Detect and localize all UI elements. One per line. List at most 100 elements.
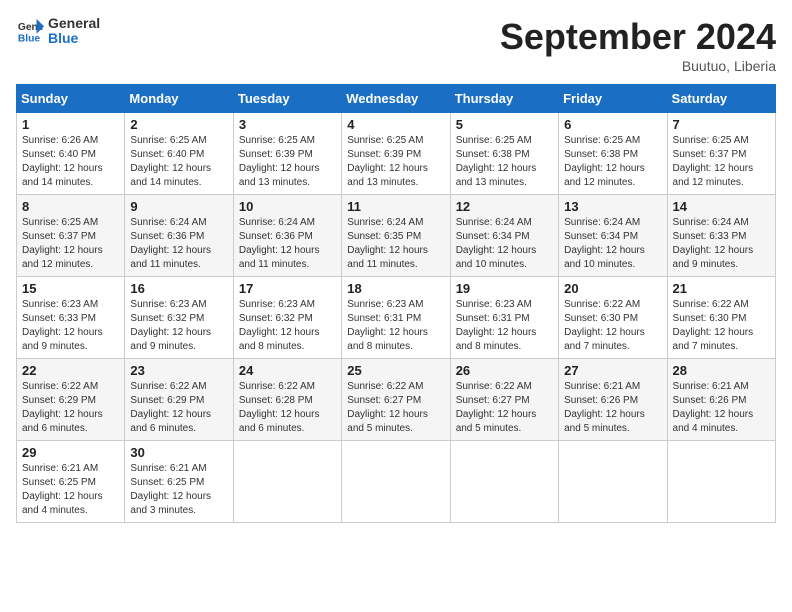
calendar-cell (342, 441, 450, 523)
calendar-cell: 23Sunrise: 6:22 AMSunset: 6:29 PMDayligh… (125, 359, 233, 441)
day-number: 23 (130, 363, 227, 378)
day-number: 22 (22, 363, 119, 378)
calendar-cell (450, 441, 558, 523)
day-number: 12 (456, 199, 553, 214)
calendar-cell: 5Sunrise: 6:25 AMSunset: 6:38 PMDaylight… (450, 113, 558, 195)
day-number: 30 (130, 445, 227, 460)
calendar-cell: 26Sunrise: 6:22 AMSunset: 6:27 PMDayligh… (450, 359, 558, 441)
day-info: Sunrise: 6:26 AMSunset: 6:40 PMDaylight:… (22, 134, 119, 190)
day-number: 18 (347, 281, 444, 296)
day-of-week-header: Wednesday (342, 85, 450, 113)
calendar-cell: 18 Sunrise: 6:23 AMSunset: 6:31 PMDayligh… (342, 277, 450, 359)
day-number: 9 (130, 199, 227, 214)
calendar-cell: 28 Sunrise: 6:21 AMSunset: 6:26 PMDayligh… (667, 359, 775, 441)
calendar-cell: 12 Sunrise: 6:24 AMSunset: 6:34 PMDayligh… (450, 195, 558, 277)
day-info: Sunrise: 6:25 AMSunset: 6:40 PMDaylight:… (130, 134, 227, 190)
day-info: Sunrise: 6:23 AMSunset: 6:33 PMDaylight:… (22, 298, 119, 354)
logo: General Blue General Blue (16, 16, 100, 47)
day-number: 16 (130, 281, 227, 296)
day-number: 7 (673, 117, 770, 132)
day-info: Sunrise: 6:25 AMSunset: 6:38 PMDaylight:… (456, 134, 553, 190)
day-number: 11 (347, 199, 444, 214)
calendar-cell: 1Sunrise: 6:26 AMSunset: 6:40 PMDaylight… (17, 113, 125, 195)
month-title: September 2024 (500, 16, 776, 58)
day-info: Sunrise: 6:22 AMSunset: 6:27 PMDaylight:… (347, 380, 444, 436)
day-info: Sunrise: 6:22 AMSunset: 6:28 PMDaylight:… (239, 380, 336, 436)
svg-text:Blue: Blue (18, 34, 41, 45)
calendar-cell: 19 Sunrise: 6:23 AMSunset: 6:31 PMDayligh… (450, 277, 558, 359)
day-of-week-header: Tuesday (233, 85, 341, 113)
day-info: Sunrise: 6:24 AMSunset: 6:34 PMDaylight:… (564, 216, 661, 272)
day-info: Sunrise: 6:23 AMSunset: 6:32 PMDaylight:… (239, 298, 336, 354)
day-info: Sunrise: 6:25 AMSunset: 6:39 PMDaylight:… (239, 134, 336, 190)
calendar-cell: 13 Sunrise: 6:24 AMSunset: 6:34 PMDayligh… (559, 195, 667, 277)
day-number: 4 (347, 117, 444, 132)
day-info: Sunrise: 6:25 AMSunset: 6:37 PMDaylight:… (22, 216, 119, 272)
day-info: Sunrise: 6:22 AMSunset: 6:27 PMDaylight:… (456, 380, 553, 436)
day-info: Sunrise: 6:23 AMSunset: 6:31 PMDaylight:… (347, 298, 444, 354)
calendar-cell: 10 Sunrise: 6:24 AMSunset: 6:36 PMDayligh… (233, 195, 341, 277)
day-info: Sunrise: 6:25 AMSunset: 6:38 PMDaylight:… (564, 134, 661, 190)
calendar-header-row: SundayMondayTuesdayWednesdayThursdayFrid… (17, 85, 776, 113)
calendar-cell: 14 Sunrise: 6:24 AMSunset: 6:33 PMDayligh… (667, 195, 775, 277)
day-info: Sunrise: 6:24 AMSunset: 6:33 PMDaylight:… (673, 216, 770, 272)
day-number: 29 (22, 445, 119, 460)
calendar-cell: 21 Sunrise: 6:22 AMSunset: 6:30 PMDayligh… (667, 277, 775, 359)
day-number: 6 (564, 117, 661, 132)
calendar-cell: 4 Sunrise: 6:25 AMSunset: 6:39 PMDaylight… (342, 113, 450, 195)
day-info: Sunrise: 6:23 AMSunset: 6:31 PMDaylight:… (456, 298, 553, 354)
calendar-cell: 25 Sunrise: 6:22 AMSunset: 6:27 PMDayligh… (342, 359, 450, 441)
day-number: 14 (673, 199, 770, 214)
calendar-cell: 17Sunrise: 6:23 AMSunset: 6:32 PMDayligh… (233, 277, 341, 359)
logo-icon: General Blue (16, 17, 44, 45)
day-of-week-header: Monday (125, 85, 233, 113)
calendar-cell: 8 Sunrise: 6:25 AMSunset: 6:37 PMDaylight… (17, 195, 125, 277)
location: Buutuo, Liberia (500, 58, 776, 74)
day-number: 28 (673, 363, 770, 378)
day-info: Sunrise: 6:22 AMSunset: 6:30 PMDaylight:… (673, 298, 770, 354)
day-info: Sunrise: 6:22 AMSunset: 6:29 PMDaylight:… (22, 380, 119, 436)
day-info: Sunrise: 6:24 AMSunset: 6:35 PMDaylight:… (347, 216, 444, 272)
title-area: September 2024 Buutuo, Liberia (500, 16, 776, 74)
page-header: General Blue General Blue September 2024… (16, 16, 776, 74)
day-info: Sunrise: 6:25 AMSunset: 6:39 PMDaylight:… (347, 134, 444, 190)
calendar-cell: 9Sunrise: 6:24 AMSunset: 6:36 PMDaylight… (125, 195, 233, 277)
day-info: Sunrise: 6:24 AMSunset: 6:34 PMDaylight:… (456, 216, 553, 272)
calendar-cell: 20 Sunrise: 6:22 AMSunset: 6:30 PMDayligh… (559, 277, 667, 359)
calendar-cell: 15Sunrise: 6:23 AMSunset: 6:33 PMDayligh… (17, 277, 125, 359)
calendar-week-row: 29 Sunrise: 6:21 AMSunset: 6:25 PMDayligh… (17, 441, 776, 523)
day-number: 3 (239, 117, 336, 132)
calendar-week-row: 15Sunrise: 6:23 AMSunset: 6:33 PMDayligh… (17, 277, 776, 359)
day-number: 24 (239, 363, 336, 378)
day-info: Sunrise: 6:21 AMSunset: 6:25 PMDaylight:… (130, 462, 227, 518)
day-number: 27 (564, 363, 661, 378)
logo-text-general: General (48, 16, 100, 31)
day-of-week-header: Sunday (17, 85, 125, 113)
calendar-table: SundayMondayTuesdayWednesdayThursdayFrid… (16, 84, 776, 523)
day-info: Sunrise: 6:21 AMSunset: 6:26 PMDaylight:… (673, 380, 770, 436)
day-info: Sunrise: 6:25 AMSunset: 6:37 PMDaylight:… (673, 134, 770, 190)
calendar-week-row: 1Sunrise: 6:26 AMSunset: 6:40 PMDaylight… (17, 113, 776, 195)
day-number: 10 (239, 199, 336, 214)
calendar-cell: 16 Sunrise: 6:23 AMSunset: 6:32 PMDayligh… (125, 277, 233, 359)
day-number: 13 (564, 199, 661, 214)
day-number: 20 (564, 281, 661, 296)
day-info: Sunrise: 6:23 AMSunset: 6:32 PMDaylight:… (130, 298, 227, 354)
day-number: 21 (673, 281, 770, 296)
day-number: 19 (456, 281, 553, 296)
calendar-cell: 22 Sunrise: 6:22 AMSunset: 6:29 PMDayligh… (17, 359, 125, 441)
calendar-cell: 24 Sunrise: 6:22 AMSunset: 6:28 PMDayligh… (233, 359, 341, 441)
calendar-week-row: 22 Sunrise: 6:22 AMSunset: 6:29 PMDayligh… (17, 359, 776, 441)
day-number: 25 (347, 363, 444, 378)
logo-text-blue: Blue (48, 31, 100, 46)
day-number: 8 (22, 199, 119, 214)
day-info: Sunrise: 6:22 AMSunset: 6:30 PMDaylight:… (564, 298, 661, 354)
day-info: Sunrise: 6:21 AMSunset: 6:25 PMDaylight:… (22, 462, 119, 518)
calendar-cell (667, 441, 775, 523)
day-info: Sunrise: 6:24 AMSunset: 6:36 PMDaylight:… (239, 216, 336, 272)
calendar-cell: 2Sunrise: 6:25 AMSunset: 6:40 PMDaylight… (125, 113, 233, 195)
calendar-cell: 29 Sunrise: 6:21 AMSunset: 6:25 PMDayligh… (17, 441, 125, 523)
day-of-week-header: Thursday (450, 85, 558, 113)
calendar-week-row: 8 Sunrise: 6:25 AMSunset: 6:37 PMDaylight… (17, 195, 776, 277)
calendar-cell (233, 441, 341, 523)
